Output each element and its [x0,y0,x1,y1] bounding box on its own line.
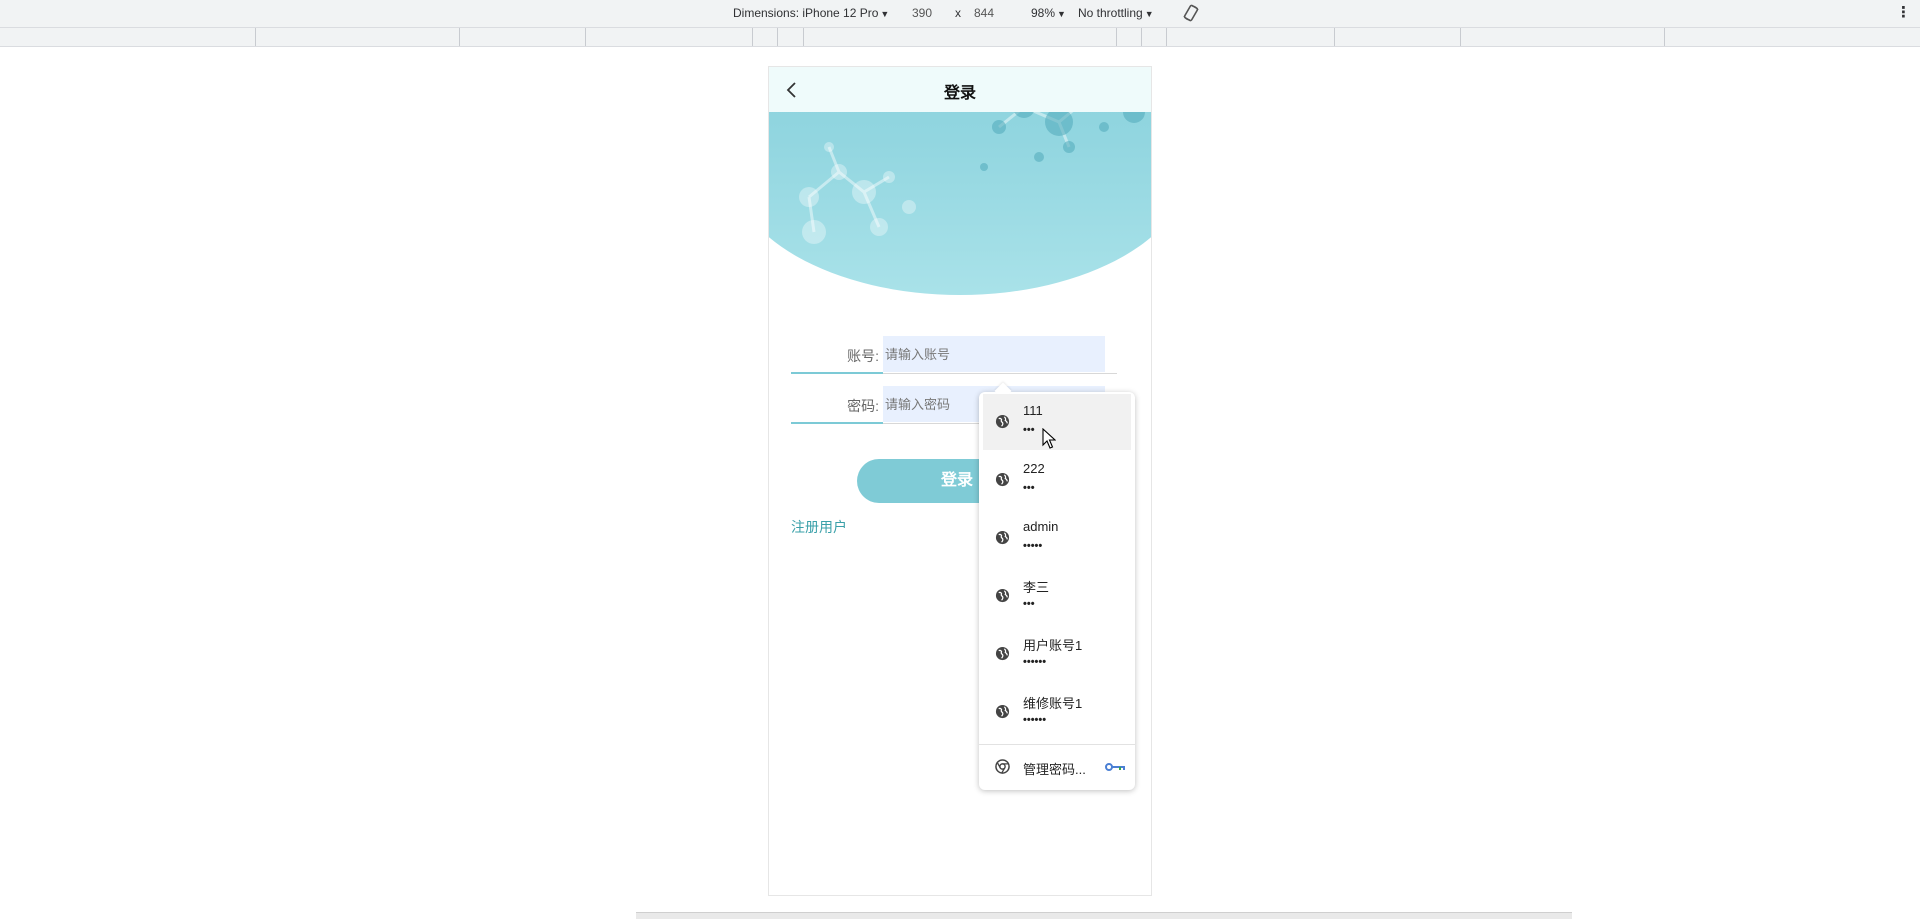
autofill-entry[interactable]: 维修账号1 •••••• [983,684,1131,740]
account-row: 账号: [791,336,1117,374]
ruler-tick [1460,28,1461,46]
password-autofill-dropdown: 111 ••• 222 ••• admin ••••• 李三 ••• 用户账号1… [979,382,1135,790]
manage-passwords-item[interactable]: 管理密码... [983,748,1131,784]
autofill-username: 111 [1023,403,1043,418]
height-input[interactable]: 844 [974,6,994,20]
autofill-username: admin [1023,519,1059,534]
autofill-username: 用户账号1 [1023,638,1083,653]
ruler-tick [777,28,778,46]
key-icon [1105,763,1125,771]
globe-icon [995,588,1010,603]
zoom-label: 98% [1031,6,1056,20]
account-label: 账号: [847,348,879,364]
autofill-password-mask: ••••• [1023,540,1043,552]
ruler-tick [752,28,753,46]
chevron-down-icon: ▼ [1144,9,1154,19]
throttling-label: No throttling [1078,6,1143,20]
autofill-password-mask: ••• [1023,424,1035,436]
autofill-username: 李三 [1023,580,1050,595]
account-input[interactable] [883,336,1105,372]
divider [979,744,1135,745]
globe-icon [995,472,1010,487]
devtools-device-toolbar: Dimensions: iPhone 12 Pro ▼ 390 x 844 98%… [0,0,1920,28]
autofill-password-mask: ••• [1023,598,1035,610]
ruler-tick [803,28,804,46]
page-title: 登录 [943,85,976,102]
manage-passwords-label: 管理密码... [1023,762,1086,777]
autofill-username: 维修账号1 [1023,696,1083,711]
chrome-icon [995,759,1010,774]
autofill-entry[interactable]: admin ••••• [983,510,1131,566]
autofill-username: 222 [1023,461,1045,476]
ruler-tick [1664,28,1665,46]
dimensions-label: Dimensions: iPhone 12 Pro [733,6,879,20]
globe-icon [995,646,1010,661]
width-input[interactable]: 390 [912,6,932,20]
autofill-password-mask: ••• [1023,482,1035,494]
register-link[interactable]: 注册用户 [791,517,847,537]
autofill-password-mask: •••••• [1023,714,1047,726]
autofill-entry[interactable]: 111 ••• [983,394,1131,450]
autofill-entry[interactable]: 222 ••• [983,452,1131,508]
ruler-tick [1141,28,1142,46]
label-underline [791,372,883,374]
globe-icon [995,530,1010,545]
globe-icon [995,414,1010,429]
label-underline [791,422,883,424]
media-query-ruler [0,28,1920,47]
throttling-dropdown[interactable]: No throttling ▼ [1078,6,1154,20]
autofill-entry[interactable]: 李三 ••• [983,568,1131,624]
ruler-tick [255,28,256,46]
ruler-tick [585,28,586,46]
autofill-entry[interactable]: 用户账号1 •••••• [983,626,1131,682]
ruler-tick [1166,28,1167,46]
chevron-down-icon: ▼ [880,9,890,19]
zoom-dropdown[interactable]: 98% ▼ [1031,6,1066,20]
dimensions-dropdown[interactable]: Dimensions: iPhone 12 Pro ▼ [733,6,889,20]
ruler-tick [1116,28,1117,46]
ruler-tick [459,28,460,46]
more-options-icon[interactable]: ⋮ [1896,3,1911,21]
rotate-icon[interactable] [1182,4,1200,25]
autofill-password-mask: •••••• [1023,656,1047,668]
password-label: 密码: [847,398,879,414]
chevron-down-icon: ▼ [1057,9,1066,19]
globe-icon [995,704,1010,719]
times-symbol: x [955,6,961,20]
ruler-tick [1334,28,1335,46]
nav-bar: 登录 [769,67,1151,112]
